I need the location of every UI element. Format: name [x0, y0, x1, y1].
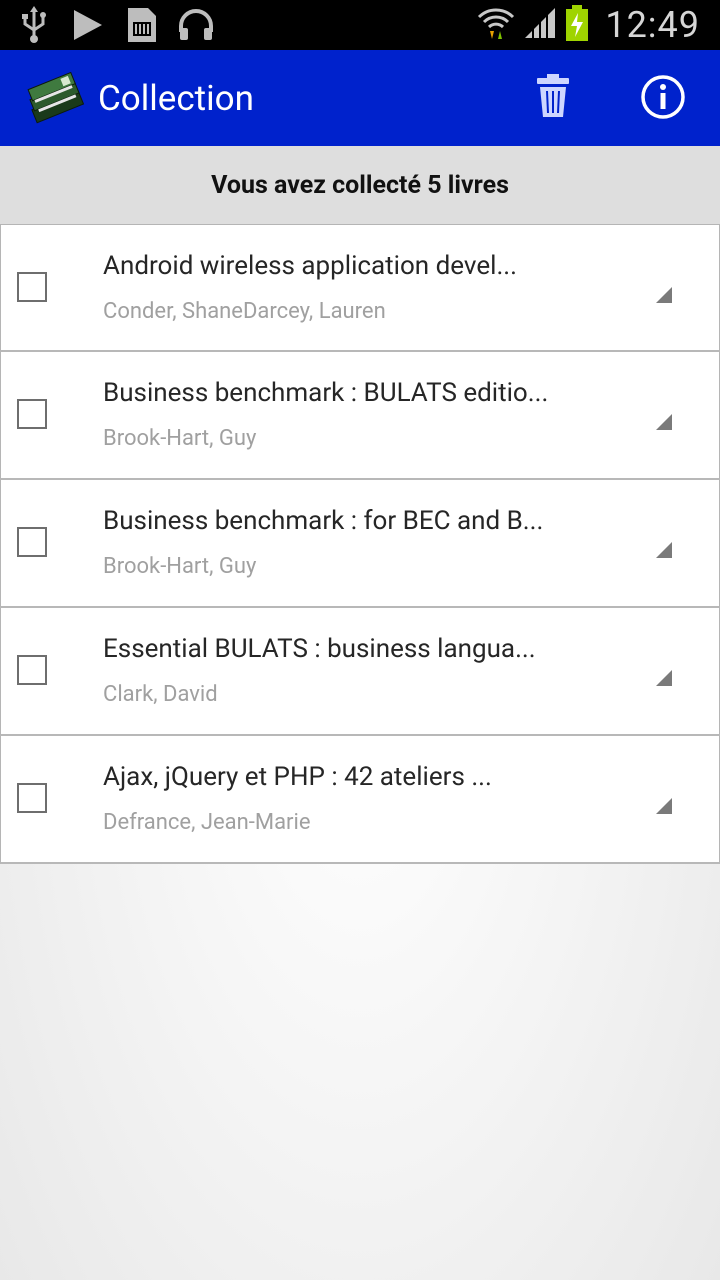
- delete-button[interactable]: [526, 68, 580, 128]
- corner-indicator-icon: [656, 414, 672, 430]
- info-icon: [640, 74, 686, 124]
- book-author: Defrance, Jean-Marie: [103, 810, 311, 835]
- corner-indicator-icon: [656, 670, 672, 686]
- action-bar: Collection: [0, 50, 720, 146]
- book-author: Brook-Hart, Guy: [103, 554, 257, 579]
- clock: 12:49: [605, 4, 700, 46]
- usb-icon: [14, 5, 54, 45]
- sd-card-icon: [122, 5, 162, 45]
- book-list-item[interactable]: Business benchmark : BULATS editio... Br…: [0, 352, 720, 480]
- book-checkbox[interactable]: [17, 527, 47, 557]
- book-author: Brook-Hart, Guy: [103, 426, 257, 451]
- book-title: Business benchmark : for BEC and B...: [103, 506, 544, 536]
- play-store-icon: [68, 5, 108, 45]
- corner-indicator-icon: [656, 798, 672, 814]
- book-checkbox[interactable]: [17, 655, 47, 685]
- trash-icon: [536, 73, 570, 123]
- book-title: Ajax, jQuery et PHP : 42 ateliers ...: [103, 762, 492, 792]
- notification-icons: [14, 0, 216, 50]
- book-title: Android wireless application devel...: [103, 251, 518, 281]
- book-title: Essential BULATS : business langua...: [103, 634, 536, 664]
- system-icons: 12:49: [477, 0, 700, 50]
- book-list-item[interactable]: Essential BULATS : business langua... Cl…: [0, 608, 720, 736]
- books-logo-icon[interactable]: [24, 70, 88, 126]
- book-list-item[interactable]: Ajax, jQuery et PHP : 42 ateliers ... De…: [0, 736, 720, 864]
- headphones-icon: [176, 5, 216, 45]
- book-title: Business benchmark : BULATS editio...: [103, 378, 549, 408]
- book-author: Conder, ShaneDarcey, Lauren: [103, 299, 386, 324]
- info-button[interactable]: [636, 72, 690, 126]
- collection-count-header: Vous avez collecté 5 livres: [0, 146, 720, 224]
- corner-indicator-icon: [656, 287, 672, 303]
- corner-indicator-icon: [656, 542, 672, 558]
- book-author: Clark, David: [103, 682, 218, 707]
- wifi-icon: [477, 5, 515, 45]
- book-checkbox[interactable]: [17, 399, 47, 429]
- book-checkbox[interactable]: [17, 783, 47, 813]
- book-list-item[interactable]: Business benchmark : for BEC and B... Br…: [0, 480, 720, 608]
- app-title: Collection: [98, 78, 254, 119]
- battery-charging-icon: [565, 5, 589, 45]
- signal-icon: [523, 6, 557, 44]
- book-checkbox[interactable]: [17, 272, 47, 302]
- book-list: Android wireless application devel... Co…: [0, 224, 720, 864]
- status-bar: 12:49: [0, 0, 720, 50]
- book-list-item[interactable]: Android wireless application devel... Co…: [0, 224, 720, 352]
